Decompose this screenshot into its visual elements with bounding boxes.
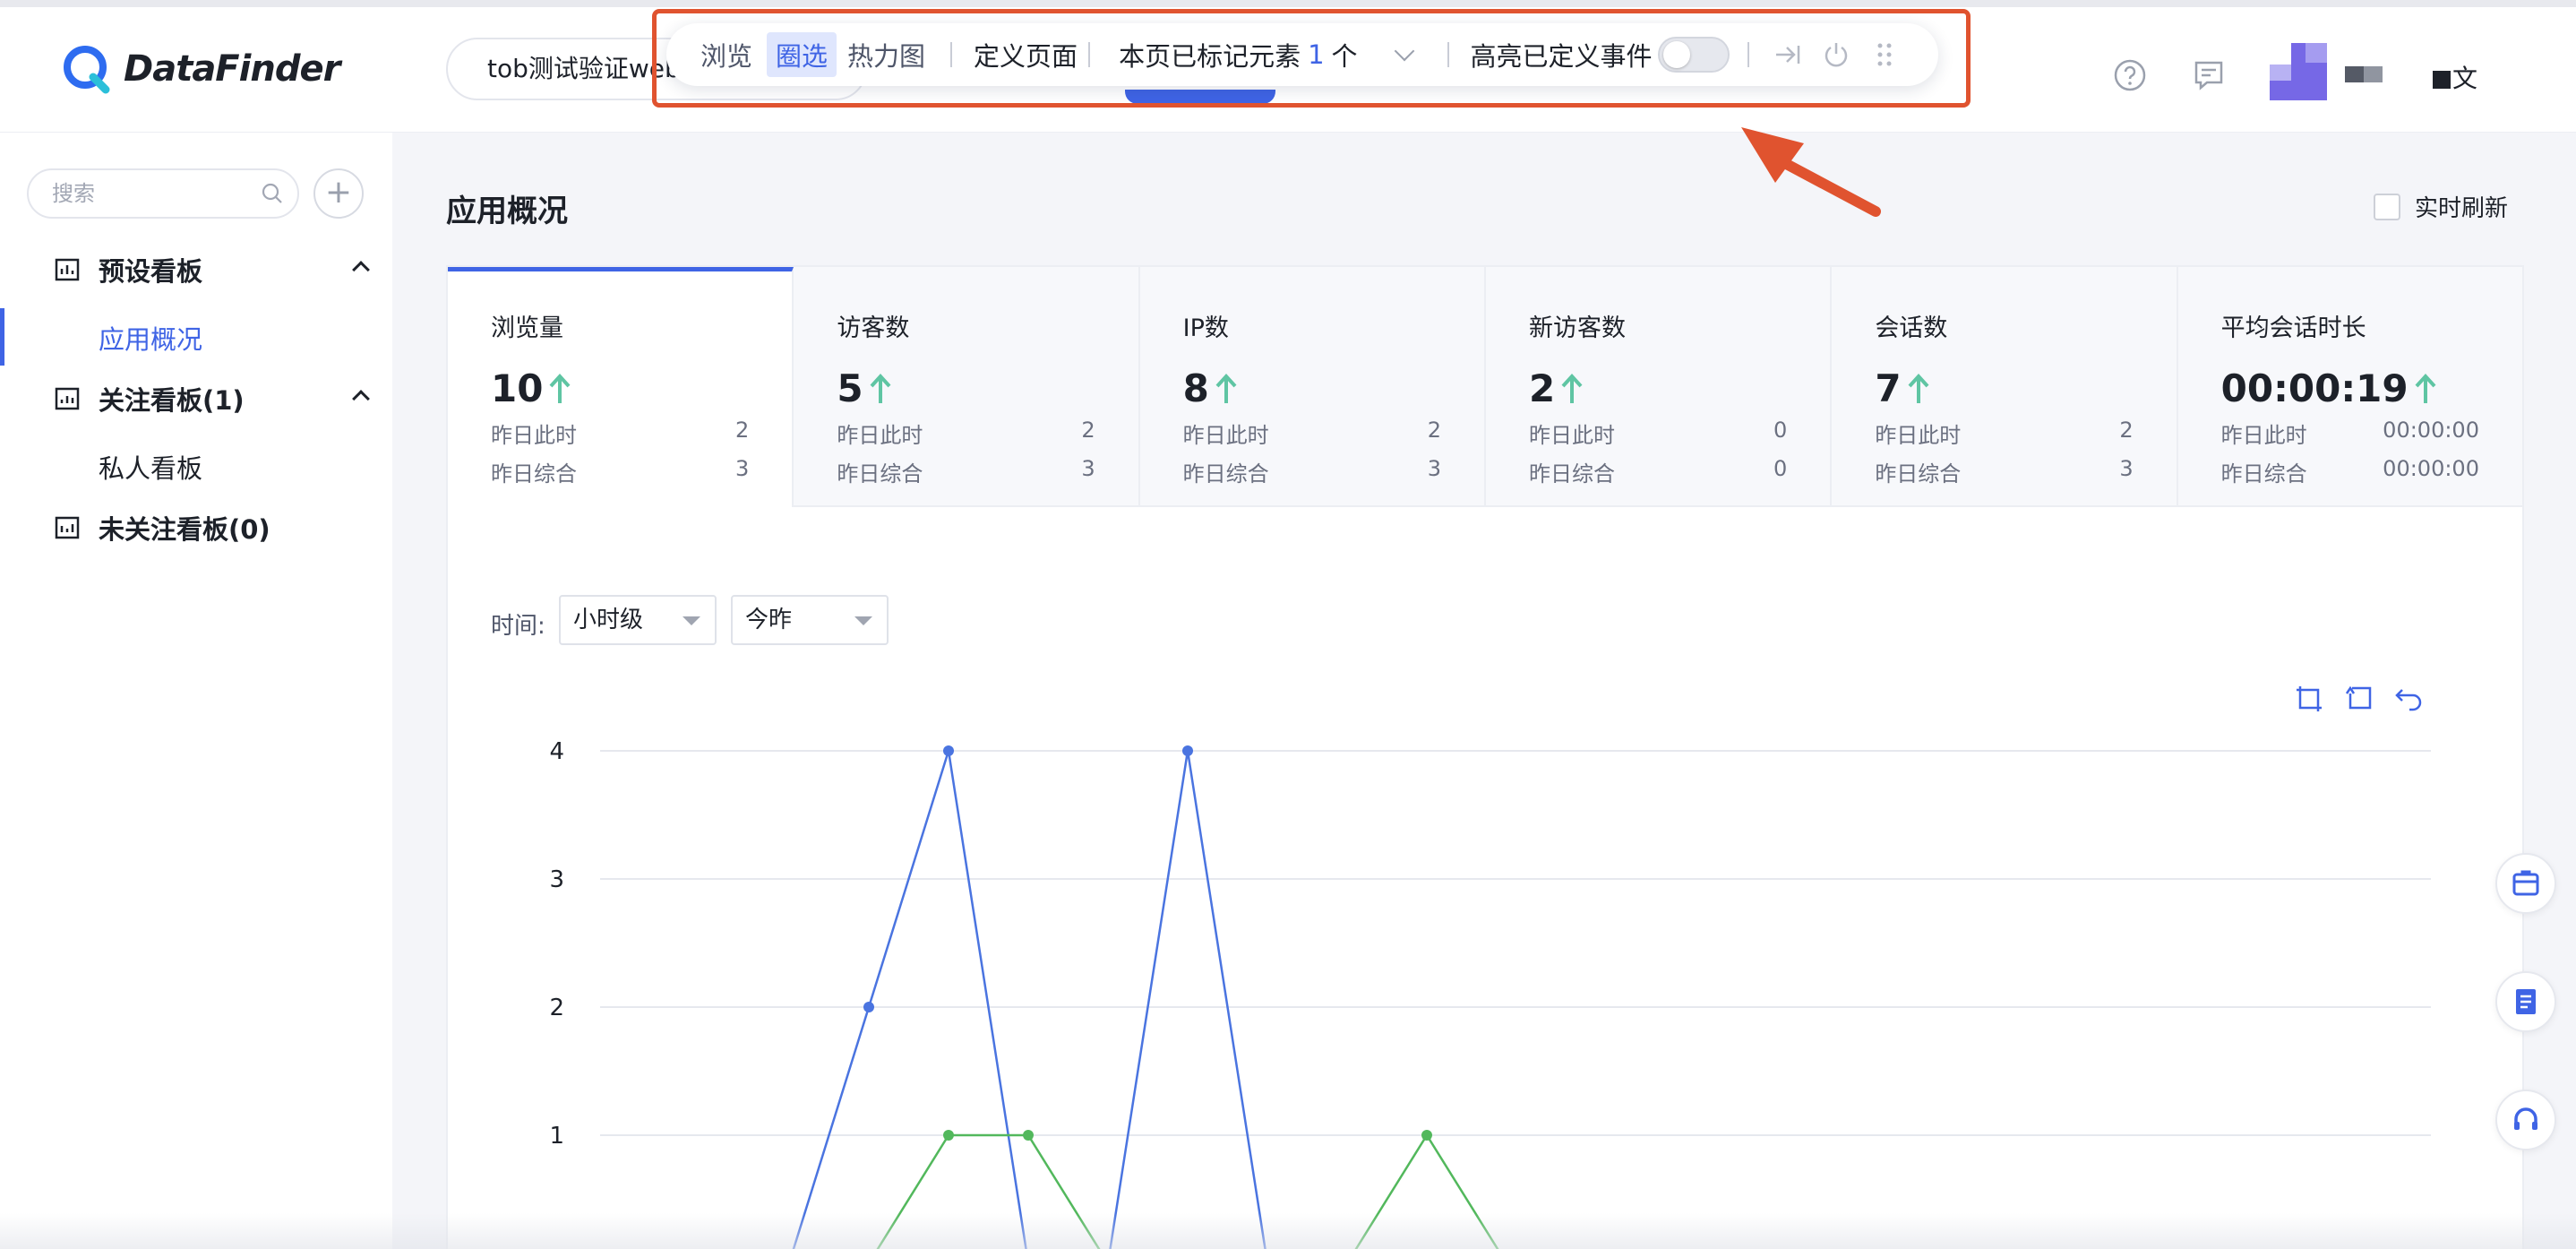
- up-arrow-icon: [1561, 373, 1583, 403]
- line-chart: 1 2 3 4: [549, 738, 2431, 1249]
- up-arrow-icon: [1908, 373, 1929, 403]
- chart-panel: 时间: 小时级 今昨 1 2 3 4: [446, 507, 2524, 1249]
- caret-down-icon: [854, 616, 872, 625]
- active-item-indicator: [0, 308, 4, 366]
- language-switch[interactable]: 文: [2433, 59, 2477, 95]
- store-button[interactable]: [2495, 853, 2556, 914]
- date-range-select[interactable]: 今昨: [731, 595, 889, 645]
- dashboard-icon: [55, 258, 80, 281]
- metric-card[interactable]: 平均会话时长 00:00:19 昨日此时 00:00:00 昨日综合 00:00:0…: [2177, 267, 2522, 507]
- datafinder-logo-icon: [64, 46, 110, 94]
- dashboard-icon: [55, 516, 80, 539]
- add-dashboard-button[interactable]: +: [313, 168, 364, 219]
- logo-text: DataFinder: [124, 48, 340, 90]
- checkbox[interactable]: [2374, 193, 2400, 220]
- chart-toolbox: [2275, 683, 2426, 715]
- document-icon: [2516, 989, 2536, 1014]
- y-tick-label: 4: [549, 738, 564, 765]
- sidebar-item-app-overview[interactable]: 应用概况: [99, 319, 202, 357]
- chevron-up-icon: [352, 261, 370, 279]
- data-point: [943, 1130, 954, 1141]
- up-arrow-icon: [870, 373, 891, 403]
- metric-card[interactable]: 会话数 7 昨日此时 2 昨日综合 3: [1832, 267, 2178, 507]
- data-point: [943, 745, 954, 756]
- time-label: 时间:: [491, 613, 545, 640]
- annotation-highlight-box: [652, 9, 1971, 108]
- y-tick-label: 2: [549, 995, 564, 1021]
- metric-card[interactable]: 访客数 5 昨日此时 2 昨日综合 3: [794, 267, 1140, 507]
- chevron-up-icon: [352, 390, 370, 408]
- message-icon[interactable]: [2191, 57, 2227, 93]
- metric-card[interactable]: IP数 8 昨日此时 2 昨日综合 3: [1139, 267, 1486, 507]
- search-icon: [262, 183, 282, 203]
- data-point: [1421, 1130, 1432, 1141]
- bottom-shadow: [0, 1213, 2576, 1249]
- docs-button[interactable]: [2495, 971, 2556, 1032]
- data-point: [1182, 745, 1193, 756]
- y-tick-label: 1: [549, 1123, 564, 1150]
- sidebar-search-input[interactable]: 搜索: [27, 168, 299, 219]
- zoom-select-icon[interactable]: [2293, 683, 2325, 715]
- sidebar-item-private[interactable]: 私人看板: [99, 448, 202, 486]
- zoom-reset-icon[interactable]: [2343, 683, 2375, 715]
- y-tick-label: 3: [549, 866, 564, 893]
- granularity-select[interactable]: 小时级: [559, 595, 717, 645]
- annotation-arrow-icon: [1741, 127, 1881, 217]
- data-point: [1023, 1130, 1034, 1141]
- sidebar-group-preset[interactable]: 预设看板: [54, 251, 370, 289]
- logo[interactable]: DataFinder: [59, 41, 340, 97]
- sidebar: 搜索 + 预设看板 应用概况 关注看板(1) 私人看板 未关注看板(0): [0, 133, 392, 1249]
- support-button[interactable]: [2495, 1090, 2556, 1150]
- metric-card[interactable]: 新访客数 2 昨日此时 0 昨日综合 0: [1485, 267, 1833, 507]
- caret-down-icon: [683, 616, 700, 625]
- series-line: [792, 750, 1267, 1249]
- metric-card[interactable]: 浏览量 10 昨日此时 2 昨日综合 3: [448, 267, 794, 507]
- data-point: [863, 1002, 874, 1012]
- realtime-refresh-checkbox[interactable]: 实时刷新: [2374, 190, 2508, 223]
- headset-icon: [2514, 1107, 2537, 1130]
- undo-icon[interactable]: [2393, 683, 2426, 715]
- page-title: 应用概况: [446, 194, 568, 229]
- avatar[interactable]: [2270, 43, 2327, 100]
- up-arrow-icon: [2415, 373, 2436, 403]
- up-arrow-icon: [549, 373, 571, 403]
- dashboard-icon: [55, 387, 80, 410]
- sidebar-group-unfollowed[interactable]: 未关注看板(0): [54, 509, 367, 547]
- store-icon: [2512, 870, 2539, 896]
- top-strip: [0, 0, 2576, 7]
- up-arrow-icon: [1215, 373, 1237, 403]
- sidebar-group-followed[interactable]: 关注看板(1): [54, 380, 370, 418]
- help-icon[interactable]: [2112, 57, 2148, 93]
- metrics-row: 浏览量 10 昨日此时 2 昨日综合 3 访客数 5 昨日此时 2 昨日综合 3 IP数…: [446, 265, 2524, 507]
